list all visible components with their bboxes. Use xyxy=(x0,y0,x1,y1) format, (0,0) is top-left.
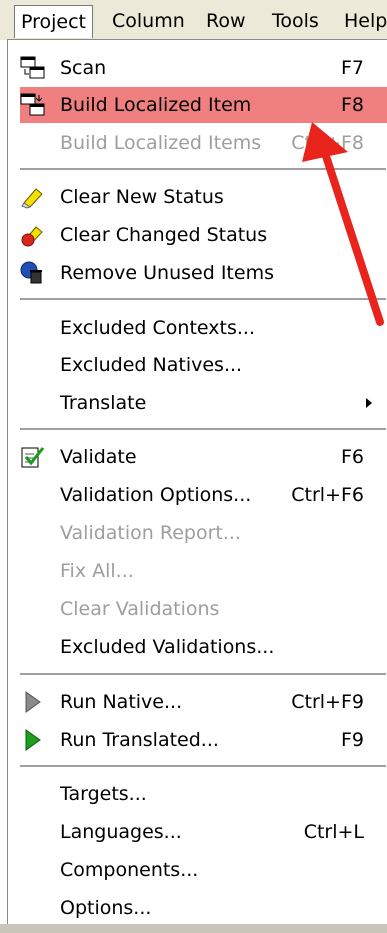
menu-item-components[interactable]: Components... xyxy=(20,852,387,888)
menu-item-translate[interactable]: Translate xyxy=(20,385,387,421)
menu-column[interactable]: Column xyxy=(106,7,191,35)
menu-item-scan[interactable]: Scan F7 xyxy=(20,50,387,86)
menu-item-validation-report[interactable]: Validation Report... xyxy=(20,515,387,551)
menu-item-options[interactable]: Options... xyxy=(20,890,387,926)
scan-icon xyxy=(20,56,46,80)
menu-item-languages[interactable]: Languages... Ctrl+L xyxy=(20,814,387,850)
trash-globe-icon xyxy=(20,261,46,285)
menu-tools[interactable]: Tools xyxy=(266,7,325,35)
menu-item-excluded-natives[interactable]: Excluded Natives... xyxy=(20,347,387,383)
menu-project[interactable]: Project xyxy=(14,5,94,38)
menu-item-validation-options[interactable]: Validation Options... Ctrl+F6 xyxy=(20,477,387,513)
menu-item-excluded-validations[interactable]: Excluded Validations... xyxy=(20,629,387,665)
menu-item-run-native[interactable]: Run Native... Ctrl+F9 xyxy=(20,684,387,720)
menu-item-targets[interactable]: Targets... xyxy=(20,776,387,812)
menu-separator xyxy=(20,765,386,768)
menu-separator xyxy=(20,673,386,676)
annotation-arrow xyxy=(302,122,384,326)
menu-help[interactable]: Help xyxy=(338,7,387,35)
eraser-yellow-icon xyxy=(20,185,46,209)
eraser-red-icon xyxy=(20,223,46,247)
menu-row[interactable]: Row xyxy=(200,7,252,35)
menu-item-run-translated[interactable]: Run Translated... F9 xyxy=(20,722,387,758)
menu-separator xyxy=(20,428,386,431)
menu-item-fix-all[interactable]: Fix All... xyxy=(20,553,387,589)
play-green-icon xyxy=(20,728,46,752)
menu-item-validate[interactable]: Validate F6 xyxy=(20,439,387,475)
validate-check-icon xyxy=(20,445,46,469)
build-item-icon xyxy=(20,93,46,117)
submenu-arrow-icon xyxy=(366,398,372,408)
menu-item-clear-validations[interactable]: Clear Validations xyxy=(20,591,387,627)
play-gray-icon xyxy=(20,690,46,714)
background-window-strip xyxy=(0,924,387,933)
menu-bar: Project Column Row Tools Help xyxy=(0,0,387,40)
